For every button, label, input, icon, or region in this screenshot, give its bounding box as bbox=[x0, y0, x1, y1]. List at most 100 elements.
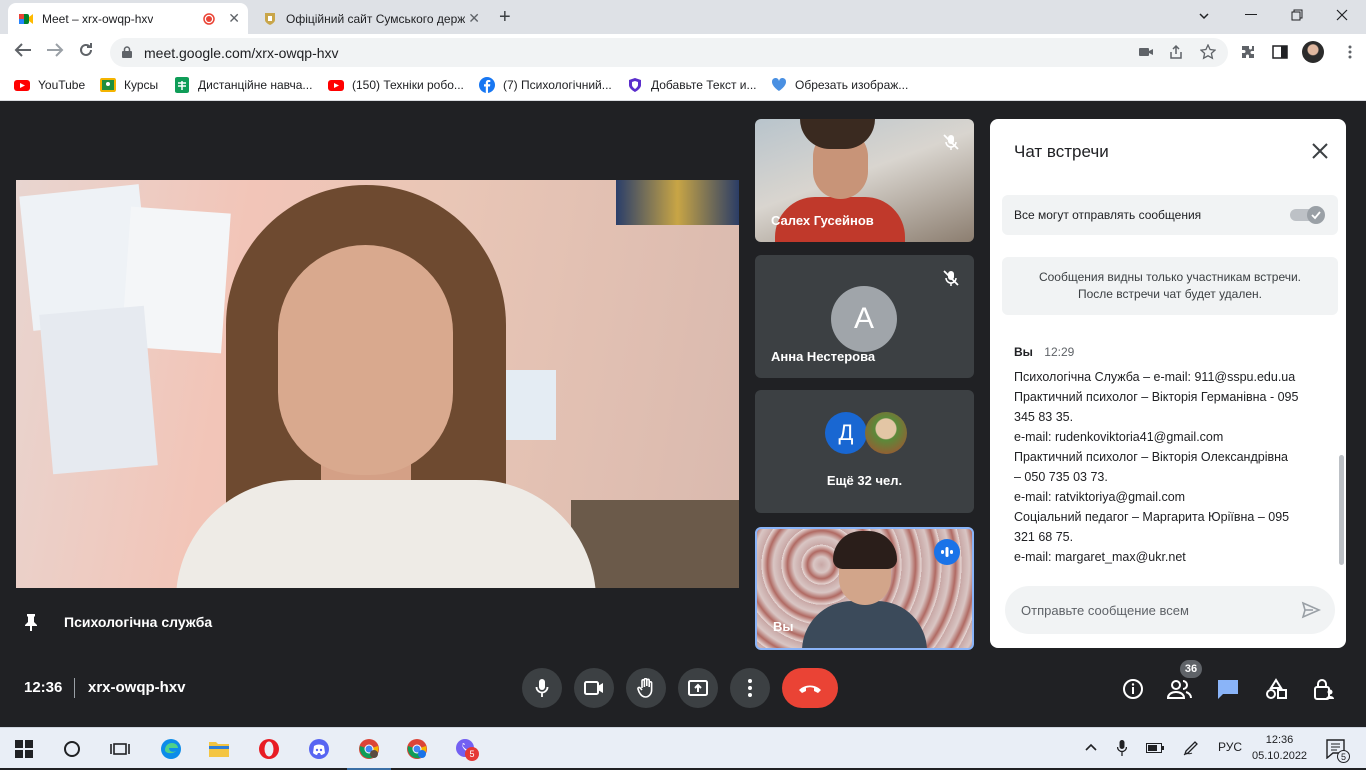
camera-button[interactable] bbox=[574, 668, 614, 708]
extensions-icon[interactable] bbox=[1240, 44, 1256, 60]
chat-panel: Чат встречи Все могут отправлять сообщен… bbox=[990, 119, 1346, 648]
chat-info-line: После встречи чат будет удален. bbox=[1077, 287, 1262, 301]
chat-input-placeholder: Отправьте сообщение всем bbox=[1021, 602, 1189, 618]
pin-icon[interactable] bbox=[24, 613, 38, 631]
taskbar-chrome-2[interactable] bbox=[405, 737, 429, 761]
sheets-icon bbox=[175, 77, 189, 93]
presenter-face bbox=[278, 245, 453, 475]
taskbar-chrome-1[interactable] bbox=[347, 737, 391, 770]
battery-icon[interactable] bbox=[1146, 743, 1164, 753]
crest-icon bbox=[265, 12, 275, 25]
bookmark-techniques[interactable]: (150) Техніки робо... bbox=[328, 77, 464, 93]
meet-icon bbox=[19, 13, 33, 24]
chat-scrollbar[interactable] bbox=[1339, 455, 1344, 565]
minimize-icon[interactable] bbox=[1245, 14, 1257, 16]
forward-icon[interactable] bbox=[46, 42, 64, 58]
search-icon bbox=[64, 741, 80, 757]
taskbar-opera[interactable] bbox=[257, 737, 281, 761]
people-icon bbox=[1167, 680, 1192, 699]
people-count-badge: 36 bbox=[1180, 660, 1202, 678]
tab-title: Meet – xrx-owqp-hxv bbox=[42, 11, 154, 26]
chat-icon bbox=[1218, 680, 1238, 699]
present-button[interactable] bbox=[678, 668, 718, 708]
new-tab-icon[interactable]: + bbox=[499, 6, 511, 29]
participant-tile[interactable]: Салех Гусейнов bbox=[755, 119, 974, 242]
meeting-time: 12:36 bbox=[24, 679, 63, 696]
people-button[interactable] bbox=[1167, 676, 1193, 702]
more-participants-label: Ещё 32 чел. bbox=[826, 473, 903, 488]
viber-badge: 5 bbox=[465, 747, 479, 761]
tab-search-icon[interactable] bbox=[1198, 10, 1210, 22]
bookmarks-bar: YouTube Курсы Дистанційне навча... (150)… bbox=[0, 70, 1366, 101]
clock-time: 12:36 bbox=[1265, 734, 1294, 746]
info-icon bbox=[1123, 679, 1143, 699]
pen-icon[interactable] bbox=[1183, 740, 1201, 756]
address-bar[interactable]: meet.google.com/xrx-owqp-hxv bbox=[110, 38, 1228, 67]
participant-tile[interactable]: А Анна Нестерова bbox=[755, 255, 974, 378]
bookmark-distance-learning[interactable]: Дистанційне навча... bbox=[174, 77, 312, 93]
taskbar-explorer[interactable] bbox=[207, 737, 231, 761]
chat-permission-toggle[interactable] bbox=[1290, 206, 1326, 224]
profile-avatar[interactable] bbox=[1302, 41, 1324, 63]
lock-person-icon bbox=[1314, 679, 1334, 700]
microphone-tray-icon[interactable] bbox=[1117, 740, 1127, 756]
input-language[interactable]: РУС bbox=[1218, 740, 1242, 754]
bookmark-youtube[interactable]: YouTube bbox=[14, 77, 85, 93]
start-button[interactable] bbox=[12, 737, 36, 761]
chat-permission-label: Все могут отправлять сообщения bbox=[1014, 208, 1202, 222]
close-icon[interactable] bbox=[1310, 141, 1330, 161]
tab-university[interactable]: Офіційний сайт Сумського держ ✕ bbox=[252, 3, 488, 34]
bookmark-courses[interactable]: Курсы bbox=[100, 77, 158, 93]
bookmark-psychological[interactable]: (7) Психологічний... bbox=[479, 77, 612, 93]
meet-area: Психологічна служба Салех Гусейнов А Анн… bbox=[0, 101, 1366, 727]
chat-button[interactable] bbox=[1215, 676, 1241, 702]
share-icon[interactable] bbox=[1168, 44, 1184, 60]
chrome-icon bbox=[407, 739, 427, 759]
message-line: e-mail: margaret_max@ukr.net bbox=[1014, 550, 1186, 564]
bookmark-crop-image[interactable]: Обрезать изображ... bbox=[771, 77, 908, 93]
restore-icon[interactable] bbox=[1291, 9, 1303, 21]
tab-strip: Meet – xrx-owqp-hxv ✕ Офіційний сайт Сум… bbox=[0, 0, 1366, 34]
camera-in-use-icon[interactable] bbox=[1138, 44, 1154, 60]
main-video[interactable] bbox=[16, 180, 739, 588]
more-participants-tile[interactable]: Д Ещё 32 чел. bbox=[755, 390, 974, 513]
window-close-icon[interactable] bbox=[1336, 9, 1348, 21]
participant-avatar: А bbox=[831, 286, 897, 352]
leave-call-button[interactable] bbox=[782, 668, 838, 708]
bookmark-add-text[interactable]: Добавьте Текст и... bbox=[627, 77, 757, 93]
activities-button[interactable] bbox=[1263, 676, 1289, 702]
message-line: – 050 735 03 73. bbox=[1014, 470, 1108, 484]
meeting-controls-bar: 12:36 xrx-owqp-hxv 36 bbox=[0, 654, 1366, 727]
self-tile[interactable]: Вы bbox=[755, 527, 974, 650]
close-tab-icon[interactable]: ✕ bbox=[228, 10, 240, 27]
menu-dots-icon[interactable] bbox=[1342, 44, 1358, 60]
taskbar-discord[interactable] bbox=[307, 737, 331, 761]
chat-input[interactable]: Отправьте сообщение всем bbox=[1005, 586, 1335, 634]
star-icon[interactable] bbox=[1200, 44, 1216, 60]
back-icon[interactable] bbox=[14, 42, 32, 58]
search-button[interactable] bbox=[60, 737, 84, 761]
taskbar-viber[interactable]: 5 bbox=[454, 737, 479, 761]
chat-title: Чат встречи bbox=[1014, 142, 1109, 161]
presenter-shirt bbox=[176, 480, 596, 588]
tab-meet[interactable]: Meet – xrx-owqp-hxv ✕ bbox=[8, 3, 248, 34]
chevron-up-icon[interactable] bbox=[1085, 743, 1097, 751]
task-view-button[interactable] bbox=[108, 737, 132, 761]
reload-icon[interactable] bbox=[78, 42, 94, 58]
message-time: 12:29 bbox=[1044, 345, 1075, 359]
tab-title: Офіційний сайт Сумського держ bbox=[286, 11, 466, 26]
mic-button[interactable] bbox=[522, 668, 562, 708]
system-clock[interactable]: 12:36 05.10.2022 bbox=[1252, 732, 1307, 764]
close-tab-icon[interactable]: ✕ bbox=[468, 10, 480, 27]
host-controls-button[interactable] bbox=[1311, 676, 1337, 702]
youtube-icon bbox=[14, 80, 30, 91]
more-options-button[interactable] bbox=[730, 668, 770, 708]
side-panel-icon[interactable] bbox=[1272, 44, 1288, 60]
meeting-details-button[interactable] bbox=[1120, 676, 1146, 702]
hang-up-icon bbox=[799, 685, 821, 693]
mic-icon bbox=[535, 679, 549, 697]
send-icon[interactable] bbox=[1301, 600, 1321, 620]
participant-name: Салех Гусейнов bbox=[771, 213, 874, 228]
raise-hand-button[interactable] bbox=[626, 668, 666, 708]
taskbar-edge[interactable] bbox=[159, 737, 183, 761]
